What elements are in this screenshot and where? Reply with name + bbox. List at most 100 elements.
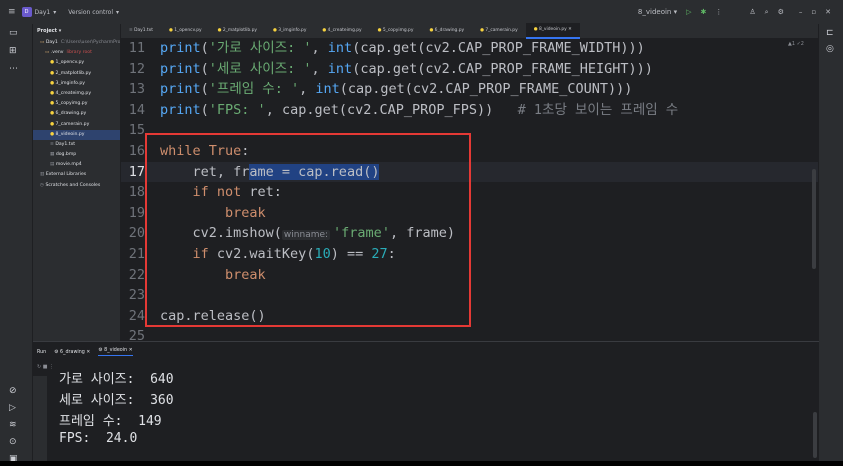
layers-icon[interactable]: ≋ (9, 420, 17, 430)
run-label: Run (37, 349, 47, 355)
run-tab-label: 6_drawing (60, 349, 85, 355)
close-icon[interactable]: ✕ (567, 27, 572, 32)
gear-icon[interactable]: ⚙ (778, 8, 784, 16)
tab-8_videoin-py[interactable]: ● 8_videoin.py ✕ (525, 23, 580, 39)
code-line[interactable]: 16 while True: (121, 141, 818, 162)
tree-item[interactable]: ● 5_copyimg.py (33, 99, 120, 109)
console-line: 세로 사이즈: 360 (59, 393, 174, 408)
line-number: 16 (128, 143, 145, 159)
tab-4_createimg-py[interactable]: ● 4_createimg.py (314, 24, 369, 38)
tree-item[interactable]: ● 8_videoin.py (33, 129, 120, 140)
vcs-label: Version control (68, 8, 114, 16)
vcs-menu[interactable]: Version control ▾ (68, 9, 119, 16)
line-number: 15 (128, 122, 145, 139)
code-line[interactable]: 13 print('프레임 수: ', int(cap.get(cv2.CAP_P… (121, 79, 818, 100)
stop-icon[interactable]: ■ (43, 364, 48, 370)
tab-2_matplotlib-py[interactable]: ● 2_matplotlib.py (210, 24, 265, 38)
code-line[interactable]: 19 break (121, 203, 818, 224)
rerun-icon[interactable]: ↻ (37, 364, 41, 370)
services-icon[interactable]: ⊙ (9, 437, 17, 447)
more-icon[interactable]: ⋮ (49, 364, 54, 370)
notifications-icon[interactable]: ⊏ (826, 28, 834, 38)
console-line: FPS: 24.0 (59, 431, 138, 446)
tree-item[interactable]: ▭ .venv library root (33, 48, 120, 58)
line-number: 19 (128, 204, 145, 221)
code-text: print('프레임 수: ', int(cap.get(cv2.CAP_PRO… (160, 81, 633, 98)
project-panel: Project ▾ ▭ Day1 C:\Users\user\PycharmPro… (33, 24, 121, 341)
console-scrollbar[interactable] (813, 412, 817, 458)
chevron-down-icon: ▾ (116, 8, 120, 16)
maximize-button[interactable]: ▫ (811, 8, 816, 16)
code-line[interactable]: 17 ret, frame = cap.read() (121, 161, 818, 183)
code-line[interactable]: 14 print('FPS: ', cap.get(cv2.CAP_PROP_FP… (121, 100, 818, 121)
editor-scrollbar[interactable] (812, 169, 816, 269)
python-packages-icon[interactable]: ⊘ (9, 386, 17, 396)
right-tool-strip: ⊏ ◎ (818, 24, 843, 461)
code-line[interactable]: 12 print('세로 사이즈: ', int(cap.get(cv2.CAP_… (121, 59, 818, 80)
tree-item[interactable]: ≡ Day1.txt (33, 140, 120, 150)
bug-icon[interactable]: ✱ (701, 8, 707, 16)
tree-item-label: 6_drawing.py (55, 111, 87, 117)
line-number: 22 (128, 266, 145, 283)
project-name: Day1 (34, 8, 51, 16)
tree-item[interactable]: ● 4_createimg.py (33, 89, 120, 99)
ai-assistant-icon[interactable]: ◎ (826, 44, 834, 54)
tree-item[interactable]: ◷ Scratches and Consoles (33, 181, 120, 191)
code-line[interactable]: 11 print('가로 사이즈: ', int(cap.get(cv2.CAP_… (121, 38, 818, 59)
tab-1_opencv-py[interactable]: ● 1_opencv.py (161, 24, 210, 38)
tree-item[interactable]: ▥ External Libraries (33, 170, 120, 180)
more-tools-icon[interactable]: ⋯ (9, 64, 18, 74)
tab-7_camerain-py[interactable]: ● 7_camerain.py (472, 24, 526, 38)
project-panel-header[interactable]: Project ▾ (33, 24, 120, 38)
code-text: print('FPS: ', cap.get(cv2.CAP_PROP_FPS)… (160, 101, 679, 118)
run-tab-8_videoin[interactable]: ⚙ 8_videoin ✕ (98, 348, 133, 356)
tab-label: 7_camerain.py (485, 28, 518, 33)
tab-label: 2_matplotlib.py (222, 28, 257, 33)
search-icon[interactable]: ⌕ (765, 8, 769, 17)
line-number: 14 (128, 101, 145, 118)
project-selector[interactable]: D Day1 ▾ (21, 7, 56, 17)
code-line[interactable]: 22 break (121, 265, 818, 286)
project-badge: D (21, 7, 32, 17)
tab-5_copyimg-py[interactable]: ● 5_copyimg.py (370, 24, 422, 38)
code-line[interactable]: 21 if cv2.waitKey(10) == 27: (121, 244, 818, 265)
tree-item[interactable]: ● 3_imginfo.py (33, 79, 120, 89)
code-text: cv2.imshow(winname:'frame', frame) (160, 225, 455, 242)
run-side-toolbar (33, 376, 47, 461)
tree-item-extra: C:\Users\user\PycharmProjects\Day1 (60, 40, 120, 45)
line-number: 18 (128, 184, 145, 201)
main-menu-icon[interactable]: ≡ (8, 7, 16, 17)
tree-item-label: 7_camerain.py (55, 121, 90, 127)
tree-item[interactable]: ● 7_camerain.py (33, 120, 120, 130)
tree-item-label: Day1.txt (55, 141, 76, 147)
editor-area: ≡ Day1.txt ● 1_opencv.py ● 2_matplotlib.py… (121, 23, 818, 344)
inspection-widget[interactable]: ▲1 ✓2 (788, 41, 804, 47)
more-icon[interactable]: ⋮ (715, 8, 722, 16)
code-line[interactable]: 20 cv2.imshow(winname:'frame', frame) (121, 223, 818, 244)
code-line[interactable]: 18 if not ret: (121, 182, 818, 203)
play-icon[interactable]: ▷ (686, 8, 691, 16)
tree-item[interactable]: ▭ Day1C:\Users\user\PycharmProjects\Day1 (33, 38, 120, 48)
project-tree: ▭ Day1C:\Users\user\PycharmProjects\Day1… (33, 38, 120, 191)
code-line[interactable]: 15 (121, 120, 818, 141)
tab-6_drawing-py[interactable]: ● 6_drawing.py (421, 24, 472, 38)
tab-Day1-txt[interactable]: ≡ Day1.txt (121, 24, 161, 38)
tree-item[interactable]: ▤ movie.mp4 (33, 160, 120, 170)
plugins-icon[interactable]: ⊞ (9, 46, 17, 56)
run-config-selector[interactable]: 8_videoin ▾ (638, 8, 677, 16)
tree-item[interactable]: ● 6_drawing.py (33, 109, 120, 119)
code-line[interactable]: 23 (121, 285, 818, 306)
code-line[interactable]: 24 cap.release() (121, 306, 818, 327)
user-icon[interactable]: ♙ (749, 8, 755, 16)
terminal-icon[interactable]: ▣ (9, 454, 18, 461)
line-number: 12 (128, 60, 145, 77)
tree-item[interactable]: ● 1_opencv.py (33, 58, 120, 68)
run-tool-icon[interactable]: ▷ (9, 403, 16, 413)
close-button[interactable]: ✕ (825, 8, 831, 16)
minimize-button[interactable]: – (799, 8, 803, 16)
tree-item[interactable]: ● 2_matplotlib.py (33, 69, 120, 79)
tab-3_imginfo-py[interactable]: ● 3_imginfo.py (265, 24, 314, 38)
tree-item[interactable]: ▦ dog.bmp (33, 150, 120, 160)
run-tab-6_drawing[interactable]: ⚙ 6_drawing ✕ (54, 350, 90, 355)
folder-icon[interactable]: ▭ (9, 28, 18, 38)
